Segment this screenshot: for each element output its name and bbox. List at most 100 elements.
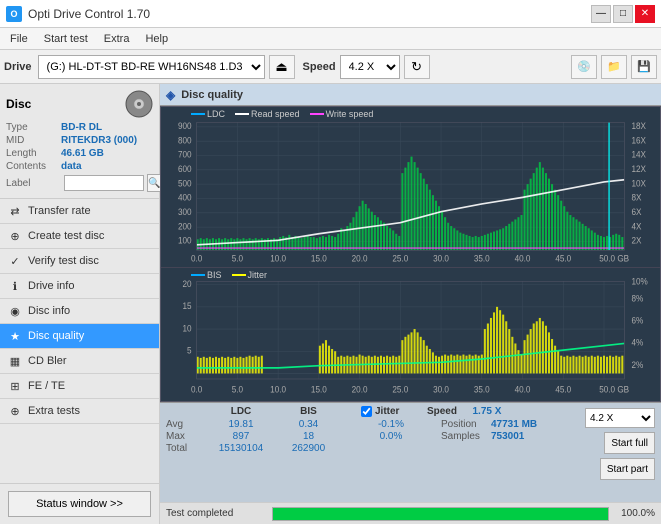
avg-ldc: 19.81 bbox=[206, 419, 276, 430]
top-chart: 900 800 700 600 500 400 300 200 100 18X … bbox=[161, 107, 660, 267]
total-bis: 262900 bbox=[276, 443, 341, 454]
label-input[interactable] bbox=[64, 175, 144, 191]
avg-label: Avg bbox=[166, 419, 206, 430]
drive-label: Drive bbox=[4, 61, 32, 73]
sidebar-item-drive-info[interactable]: ℹ Drive info bbox=[0, 274, 159, 299]
mid-label: MID bbox=[6, 135, 61, 146]
svg-text:10%: 10% bbox=[631, 276, 648, 286]
speed-stat-value: 1.75 X bbox=[464, 406, 509, 417]
svg-text:400: 400 bbox=[178, 192, 192, 202]
titlebar-title: Opti Drive Control 1.70 bbox=[28, 7, 150, 21]
bottom-chart: 20 15 10 5 10% 8% 6% 4% 2% 0.0 5.0 10.0 bbox=[161, 268, 660, 401]
svg-text:600: 600 bbox=[178, 164, 192, 174]
samples-value: 753001 bbox=[491, 431, 524, 442]
disc-info-label: Disc info bbox=[28, 305, 70, 317]
svg-text:18X: 18X bbox=[631, 121, 646, 131]
speed-select[interactable]: 4.2 X bbox=[340, 55, 400, 79]
type-value: BD-R DL bbox=[61, 122, 102, 133]
svg-text:20: 20 bbox=[182, 278, 191, 288]
sidebar-item-extra-tests[interactable]: ⊕ Extra tests bbox=[0, 399, 159, 424]
svg-text:35.0: 35.0 bbox=[474, 253, 490, 263]
speed-stat-label: Speed bbox=[419, 406, 464, 417]
toolbar: Drive (G:) HL-DT-ST BD-RE WH16NS48 1.D3 … bbox=[0, 50, 661, 84]
status-window-button[interactable]: Status window >> bbox=[8, 491, 151, 517]
svg-text:15: 15 bbox=[182, 301, 191, 311]
svg-text:25.0: 25.0 bbox=[392, 384, 408, 394]
transfer-rate-icon: ⇄ bbox=[8, 204, 22, 218]
progress-bar-outer bbox=[272, 507, 609, 521]
mid-value: RITEKDR3 (000) bbox=[61, 135, 137, 146]
minimize-button[interactable]: — bbox=[591, 5, 611, 23]
maximize-button[interactable]: □ bbox=[613, 5, 633, 23]
jitter-checkbox[interactable] bbox=[361, 406, 372, 417]
svg-text:45.0: 45.0 bbox=[555, 253, 571, 263]
content-title: Disc quality bbox=[181, 89, 243, 101]
svg-text:14X: 14X bbox=[631, 149, 646, 159]
menu-help[interactable]: Help bbox=[139, 31, 174, 47]
svg-text:10X: 10X bbox=[631, 178, 646, 188]
jitter-check-row: Jitter bbox=[361, 406, 399, 417]
disc-info-icon: ◉ bbox=[8, 304, 22, 318]
svg-text:5: 5 bbox=[187, 345, 192, 355]
svg-text:700: 700 bbox=[178, 149, 192, 159]
svg-text:8%: 8% bbox=[631, 293, 643, 303]
transfer-rate-label: Transfer rate bbox=[28, 205, 91, 217]
svg-text:5.0: 5.0 bbox=[232, 384, 244, 394]
titlebar-left: O Opti Drive Control 1.70 bbox=[6, 6, 150, 22]
bis-legend: BIS bbox=[191, 270, 222, 280]
extra-tests-icon: ⊕ bbox=[8, 404, 22, 418]
speed-dropdown[interactable]: 4.2 X bbox=[585, 408, 655, 428]
read-speed-legend: Read speed bbox=[235, 109, 300, 119]
svg-text:45.0: 45.0 bbox=[555, 384, 571, 394]
sidebar-item-disc-quality[interactable]: ★ Disc quality bbox=[0, 324, 159, 349]
drive-select[interactable]: (G:) HL-DT-ST BD-RE WH16NS48 1.D3 bbox=[38, 55, 265, 79]
sidebar-item-verify-test-disc[interactable]: ✓ Verify test disc bbox=[0, 249, 159, 274]
avg-bis: 0.34 bbox=[276, 419, 341, 430]
start-part-button[interactable]: Start part bbox=[600, 458, 655, 480]
sidebar-item-cd-bler[interactable]: ▦ CD Bler bbox=[0, 349, 159, 374]
total-label: Total bbox=[166, 443, 206, 454]
sidebar-item-fe-te[interactable]: ⊞ FE / TE bbox=[0, 374, 159, 399]
app-icon: O bbox=[6, 6, 22, 22]
menu-extra[interactable]: Extra bbox=[98, 31, 136, 47]
svg-text:2X: 2X bbox=[631, 235, 641, 245]
titlebar-controls[interactable]: — □ ✕ bbox=[591, 5, 655, 23]
drive-info-label: Drive info bbox=[28, 280, 74, 292]
max-label: Max bbox=[166, 431, 206, 442]
sidebar-item-transfer-rate[interactable]: ⇄ Transfer rate bbox=[0, 199, 159, 224]
label-label: Label bbox=[6, 178, 61, 189]
ldc-header: LDC bbox=[206, 406, 276, 417]
start-full-button[interactable]: Start full bbox=[604, 432, 655, 454]
close-button[interactable]: ✕ bbox=[635, 5, 655, 23]
jitter-header: Jitter bbox=[375, 406, 399, 417]
menu-file[interactable]: File bbox=[4, 31, 34, 47]
svg-text:300: 300 bbox=[178, 207, 192, 217]
cd-bler-icon: ▦ bbox=[8, 354, 22, 368]
position-label: Position bbox=[441, 419, 491, 430]
svg-text:15.0: 15.0 bbox=[311, 384, 327, 394]
ldc-legend: LDC bbox=[191, 109, 225, 119]
sidebar-item-disc-info[interactable]: ◉ Disc info bbox=[0, 299, 159, 324]
drive-info-icon: ℹ bbox=[8, 279, 22, 293]
total-ldc: 15130104 bbox=[206, 443, 276, 454]
menu-start-test[interactable]: Start test bbox=[38, 31, 94, 47]
svg-text:500: 500 bbox=[178, 178, 192, 188]
progress-text: 100.0% bbox=[615, 508, 655, 519]
svg-text:100: 100 bbox=[178, 235, 192, 245]
svg-text:30.0: 30.0 bbox=[433, 384, 449, 394]
status-text: Test completed bbox=[166, 508, 266, 519]
refresh-button[interactable]: ↻ bbox=[404, 55, 430, 79]
save-button[interactable]: 💾 bbox=[631, 55, 657, 79]
folder-button[interactable]: 📁 bbox=[601, 55, 627, 79]
verify-test-disc-icon: ✓ bbox=[8, 254, 22, 268]
sidebar-item-create-test-disc[interactable]: ⊕ Create test disc bbox=[0, 224, 159, 249]
disc-button[interactable]: 💿 bbox=[571, 55, 597, 79]
menubar: File Start test Extra Help bbox=[0, 28, 661, 50]
eject-button[interactable]: ⏏ bbox=[269, 55, 295, 79]
svg-text:50.0 GB: 50.0 GB bbox=[599, 253, 629, 263]
svg-text:0.0: 0.0 bbox=[191, 253, 203, 263]
sidebar: Disc Type BD-R DL MID RITEKDR3 (000) Len… bbox=[0, 84, 160, 524]
max-ldc: 897 bbox=[206, 431, 276, 442]
fe-te-label: FE / TE bbox=[28, 380, 65, 392]
extra-tests-label: Extra tests bbox=[28, 405, 80, 417]
